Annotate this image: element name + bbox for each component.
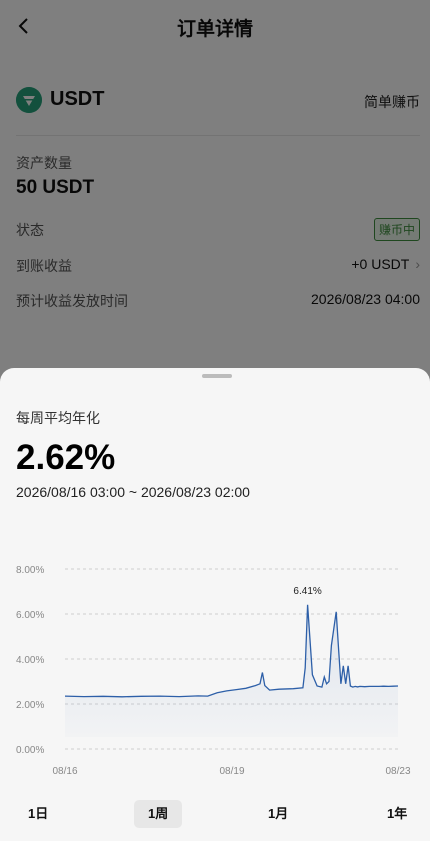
sheet-drag-handle[interactable] bbox=[202, 374, 232, 378]
tab-3[interactable]: 1月 bbox=[254, 800, 302, 828]
period-tabs: 1日 1周 1月 1年 bbox=[0, 800, 430, 830]
apr-label: 每周平均年化 bbox=[16, 410, 100, 426]
apr-date-range: 2026/08/16 03:00 ~ 2026/08/23 02:00 bbox=[16, 484, 250, 500]
y-tick-label: 0.00% bbox=[16, 745, 44, 756]
y-tick-label: 8.00% bbox=[16, 565, 44, 576]
x-tick-label: 08/23 bbox=[385, 766, 410, 777]
x-tick-label: 08/19 bbox=[219, 766, 244, 777]
y-tick-label: 4.00% bbox=[16, 655, 44, 666]
tab-2[interactable]: 1周 bbox=[134, 800, 183, 828]
x-tick-label: 08/16 bbox=[52, 766, 77, 777]
y-tick-label: 2.00% bbox=[16, 700, 44, 711]
apr-bottom-sheet: 每周平均年化 2.62% 2026/08/16 03:00 ~ 2026/08/… bbox=[0, 368, 430, 841]
y-tick-label: 6.00% bbox=[16, 610, 44, 621]
tab-4[interactable]: 1年 bbox=[373, 800, 421, 828]
tab-1[interactable]: 1日 bbox=[14, 800, 62, 828]
peak-data-label: 6.41% bbox=[293, 586, 321, 597]
apr-chart: 8.00% 6.00% 4.00% 2.00% 0.00% 6.41% 08/16 08/19… bbox=[16, 565, 411, 777]
apr-value: 2.62% bbox=[16, 438, 116, 477]
